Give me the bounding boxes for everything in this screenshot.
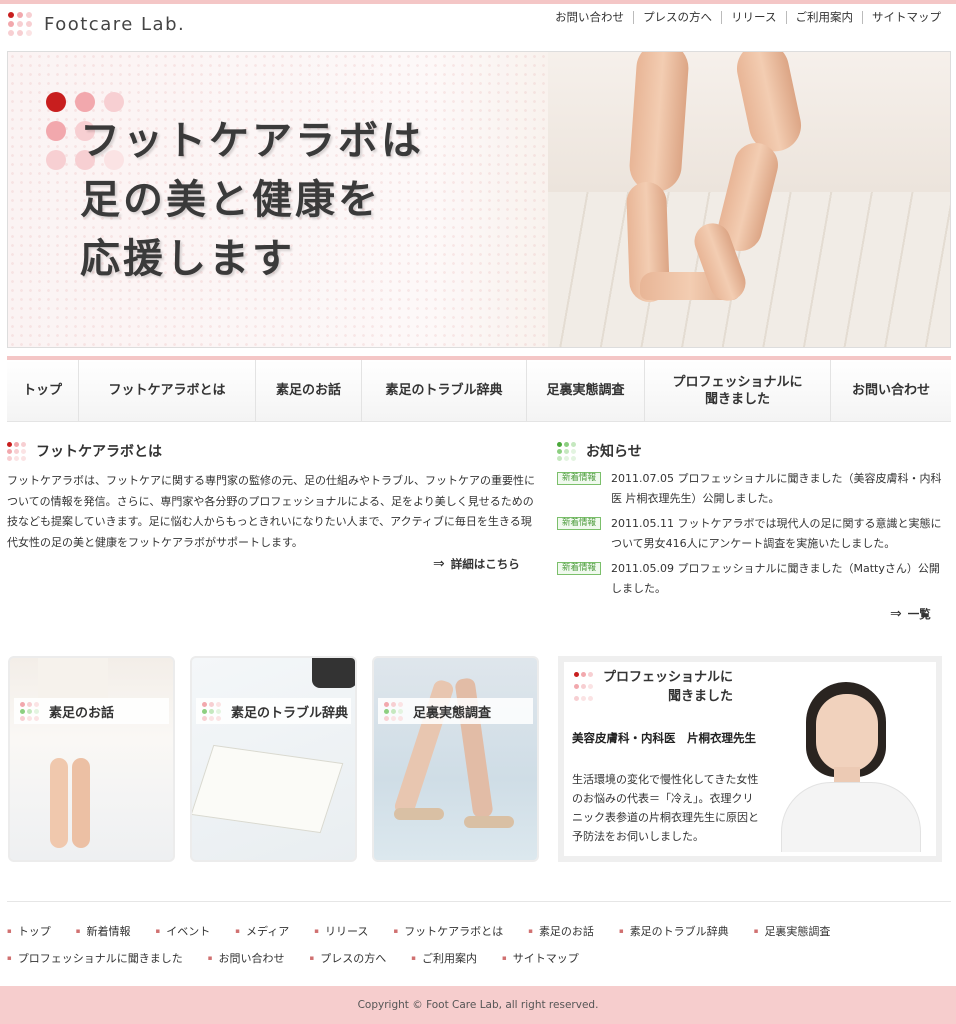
util-link-press[interactable]: プレスの方へ — [633, 11, 721, 24]
pink-dots-icon — [574, 672, 593, 706]
footer-link[interactable]: ▪ トップ — [7, 918, 51, 945]
footer-link[interactable]: ▪ 素足のお話 — [528, 918, 594, 945]
logo-text: Footcare Lab. — [44, 13, 186, 35]
news-item[interactable]: 新着情報 2011.05.09 プロフェッショナルに聞きました（Mattyさん）… — [557, 559, 945, 599]
pro-title: プロフェッショナルに 聞きました — [603, 670, 734, 704]
util-link-release[interactable]: リリース — [721, 11, 785, 24]
professional-feature[interactable]: プロフェッショナルに 聞きました 美容皮膚科・内科医 片桐衣理先生 生活環境の変… — [558, 656, 942, 862]
banner-label: 素足のトラブル辞典 — [196, 698, 351, 724]
footer-link[interactable]: ▪ フットケアラボとは — [393, 918, 503, 945]
hero-headline: フットケアラボは 足の美と健康を 応援します — [80, 112, 424, 289]
news-badge: 新着情報 — [557, 517, 601, 530]
nav-top[interactable]: トップ — [7, 360, 79, 421]
banner-barefoot-story[interactable]: 素足のお話 — [8, 656, 175, 862]
util-link-sitemap[interactable]: サイトマップ — [862, 11, 950, 24]
footer-link[interactable]: ▪ メディア — [235, 918, 289, 945]
banner-trouble-dictionary[interactable]: 素足のトラブル辞典 — [190, 656, 357, 862]
footer-link[interactable]: ▪ サイトマップ — [502, 945, 579, 972]
hero-line-3: 応援します — [80, 236, 295, 282]
arrow-right-icon: ⇒ — [433, 556, 445, 572]
top-accent-bar — [0, 0, 956, 4]
pink-dots-icon — [384, 701, 403, 721]
news-text: 2011.05.11 フットケアラボでは現代人の足に関する意識と実態について男女… — [611, 517, 942, 550]
news-badge: 新着情報 — [557, 472, 601, 485]
footer-link[interactable]: ▪ 新着情報 — [76, 918, 131, 945]
utility-nav: お問い合わせ プレスの方へ リリース ご利用案内 サイトマップ — [546, 11, 950, 24]
nav-professional[interactable]: プロフェッショナルに 聞きました — [645, 360, 831, 421]
news-item[interactable]: 新着情報 2011.05.11 フットケアラボでは現代人の足に関する意識と実態に… — [557, 514, 945, 554]
nav-sole-survey[interactable]: 足裏実態調査 — [527, 360, 645, 421]
banner-label: 足裏実態調査 — [378, 698, 533, 724]
footer-link[interactable]: ▪ ご利用案内 — [411, 945, 477, 972]
pro-heading: プロフェッショナルに 聞きました — [574, 668, 733, 706]
nav-about[interactable]: フットケアラボとは — [79, 360, 256, 421]
hero-banner: フットケアラボは 足の美と健康を 応援します — [7, 51, 951, 348]
news-text: 2011.05.09 プロフェッショナルに聞きました（Mattyさん）公開しまし… — [611, 562, 940, 595]
news-title: お知らせ — [586, 444, 642, 460]
footer-link[interactable]: ▪ 足裏実態調査 — [754, 918, 831, 945]
footer-link[interactable]: ▪ イベント — [156, 918, 211, 945]
pink-dots-icon — [7, 441, 26, 461]
util-link-guide[interactable]: ご利用案内 — [785, 11, 863, 24]
footer-link[interactable]: ▪ お問い合わせ — [208, 945, 285, 972]
green-dots-icon — [557, 441, 576, 461]
footer-link[interactable]: ▪ リリース — [314, 918, 368, 945]
banner-sole-survey[interactable]: 足裏実態調査 — [372, 656, 539, 862]
hero-line-1: フットケアラボは — [80, 118, 424, 164]
news-item[interactable]: 新着情報 2011.07.05 プロフェッショナルに聞きました（美容皮膚科・内科… — [557, 469, 945, 509]
news-text: 2011.07.05 プロフェッショナルに聞きました（美容皮膚科・内科医 片桐衣… — [611, 472, 942, 505]
pink-dots-icon — [20, 701, 39, 721]
news-badge: 新着情報 — [557, 562, 601, 575]
about-heading: フットケアラボとは — [7, 441, 162, 461]
global-nav: トップ フットケアラボとは 素足のお話 素足のトラブル辞典 足裏実態調査 プロフ… — [7, 356, 951, 422]
banner-label: 素足のお話 — [14, 698, 169, 724]
about-more-link[interactable]: ⇒ 詳細はこちら — [433, 556, 520, 572]
news-list: 新着情報 2011.07.05 プロフェッショナルに聞きました（美容皮膚科・内科… — [557, 469, 945, 604]
about-text: フットケアラボは、フットケアに関する専門家の監修の元、足の仕組みやトラブル、フッ… — [7, 474, 535, 549]
logo-dots-icon — [8, 12, 32, 36]
footer-link[interactable]: ▪ プロフェッショナルに聞きました — [7, 945, 183, 972]
hero-line-2: 足の美と健康を — [80, 177, 381, 223]
about-more-label: 詳細はこちら — [450, 557, 520, 571]
pro-name: 美容皮膚科・内科医 片桐衣理先生 — [572, 731, 756, 745]
site-logo[interactable]: Footcare Lab. — [8, 12, 185, 36]
copyright: Copyright © Foot Care Lab, all right res… — [0, 986, 956, 1024]
util-link-contact[interactable]: お問い合わせ — [546, 11, 633, 24]
footer-link[interactable]: ▪ 素足のトラブル辞典 — [619, 918, 729, 945]
footer-link[interactable]: ▪ プレスの方へ — [310, 945, 387, 972]
pink-dots-icon — [202, 701, 221, 721]
footer-nav: ▪ トップ ▪ 新着情報 ▪ イベント ▪ メディア ▪ リリース ▪ フットケアラボとは … — [7, 918, 951, 972]
portrait-image — [776, 672, 926, 852]
news-heading: お知らせ — [557, 441, 642, 461]
nav-contact[interactable]: お問い合わせ — [831, 360, 951, 421]
about-title: フットケアラボとは — [36, 444, 162, 460]
arrow-right-icon: ⇒ — [890, 606, 902, 622]
nav-trouble-dictionary[interactable]: 素足のトラブル辞典 — [362, 360, 527, 421]
footer-divider — [7, 901, 951, 902]
nav-barefoot-story[interactable]: 素足のお話 — [256, 360, 362, 421]
news-list-link[interactable]: ⇒ 一覧 — [890, 606, 931, 622]
news-more-label: 一覧 — [907, 607, 931, 621]
pro-description: 生活環境の変化で慢性化してきた女性のお悩みの代表＝「冷え」。衣理クリニック表参道… — [572, 773, 759, 843]
